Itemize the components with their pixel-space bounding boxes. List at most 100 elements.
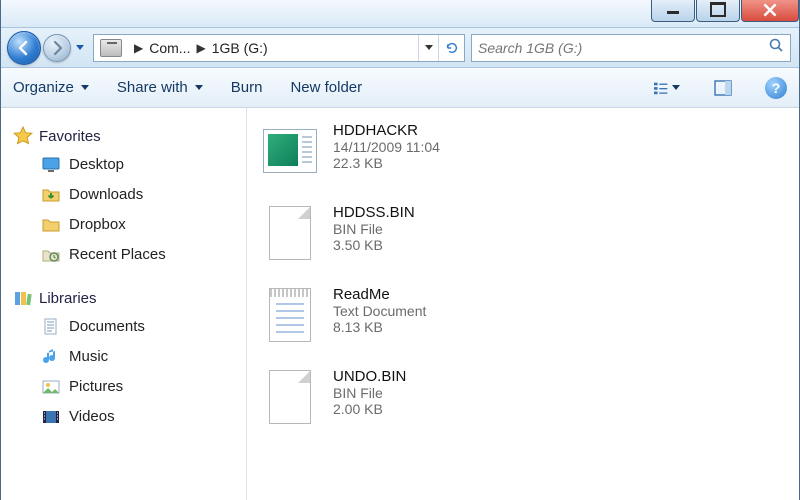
back-button[interactable] — [7, 31, 41, 65]
pictures-icon — [41, 377, 61, 397]
file-size: 3.50 KB — [333, 237, 415, 253]
nav-buttons — [7, 31, 87, 65]
new-folder-button[interactable]: New folder — [290, 79, 362, 96]
file-type: Text Document — [333, 303, 426, 319]
arrow-right-icon — [49, 40, 65, 56]
preview-pane-icon — [714, 80, 732, 96]
sidebar-item-dropbox[interactable]: Dropbox — [11, 210, 242, 240]
breadcrumb-segment[interactable]: Com... — [149, 40, 190, 56]
favorites-label: Favorites — [39, 128, 101, 145]
file-thumbnail — [261, 368, 319, 426]
sidebar-item-label: Recent Places — [69, 244, 166, 266]
file-name: HDDHACKR — [333, 122, 440, 139]
sidebar-item-label: Videos — [69, 406, 115, 428]
sidebar-item-label: Desktop — [69, 154, 124, 176]
close-icon — [763, 3, 777, 17]
explorer-body: Favorites Desktop Downloads Dropbox Rece… — [1, 108, 799, 500]
file-size: 22.3 KB — [333, 155, 440, 171]
sidebar-item-videos[interactable]: Videos — [11, 402, 242, 432]
libraries-header[interactable]: Libraries — [11, 284, 242, 312]
help-button[interactable]: ? — [765, 77, 787, 99]
sidebar-item-recent[interactable]: Recent Places — [11, 240, 242, 270]
app-file-icon — [263, 129, 317, 173]
preview-pane-button[interactable] — [709, 75, 737, 101]
favorites-header[interactable]: Favorites — [11, 122, 242, 150]
organize-menu[interactable]: Organize — [13, 79, 89, 96]
file-item[interactable]: HDDSS.BIN BIN File 3.50 KB — [257, 198, 789, 280]
file-date: 14/11/2009 11:04 — [333, 139, 440, 155]
forward-button[interactable] — [43, 34, 71, 62]
generic-file-icon — [269, 206, 311, 260]
sidebar-item-label: Documents — [69, 316, 145, 338]
file-size: 8.13 KB — [333, 319, 426, 335]
burn-label: Burn — [231, 79, 263, 96]
search-input[interactable] — [478, 40, 768, 56]
titlebar — [1, 0, 799, 28]
file-meta: UNDO.BIN BIN File 2.00 KB — [333, 368, 406, 417]
address-history-dropdown[interactable] — [418, 35, 438, 61]
file-meta: HDDSS.BIN BIN File 3.50 KB — [333, 204, 415, 253]
downloads-icon — [41, 185, 61, 205]
file-name: UNDO.BIN — [333, 368, 406, 385]
sidebar-item-music[interactable]: Music — [11, 342, 242, 372]
address-row: ▶ Com... ▶ 1GB (G:) — [1, 28, 799, 68]
share-menu[interactable]: Share with — [117, 79, 203, 96]
address-bar[interactable]: ▶ Com... ▶ 1GB (G:) — [93, 34, 465, 62]
arrow-left-icon — [16, 40, 32, 56]
window-controls — [650, 0, 799, 22]
recent-pages-dropdown[interactable] — [73, 45, 87, 50]
file-item[interactable]: ReadMe Text Document 8.13 KB — [257, 280, 789, 362]
share-label: Share with — [117, 79, 188, 96]
breadcrumb-segment[interactable]: 1GB (G:) — [212, 40, 268, 56]
sidebar-item-label: Dropbox — [69, 214, 126, 236]
file-meta: HDDHACKR 14/11/2009 11:04 22.3 KB — [333, 122, 440, 171]
file-thumbnail — [261, 122, 319, 180]
text-file-icon — [269, 288, 311, 342]
explorer-window: ▶ Com... ▶ 1GB (G:) Organize Share with … — [0, 0, 800, 500]
music-icon — [41, 347, 61, 367]
navigation-pane: Favorites Desktop Downloads Dropbox Rece… — [1, 108, 247, 500]
file-type: BIN File — [333, 385, 406, 401]
breadcrumb-separator-icon: ▶ — [128, 41, 149, 55]
file-item[interactable]: HDDHACKR 14/11/2009 11:04 22.3 KB — [257, 116, 789, 198]
desktop-icon — [41, 155, 61, 175]
star-icon — [13, 126, 33, 146]
sidebar-item-label: Pictures — [69, 376, 123, 398]
view-options-icon — [654, 81, 670, 95]
dropbox-icon — [41, 215, 61, 235]
file-name: ReadMe — [333, 286, 426, 303]
new-folder-label: New folder — [290, 79, 362, 96]
sidebar-item-desktop[interactable]: Desktop — [11, 150, 242, 180]
organize-label: Organize — [13, 79, 74, 96]
close-button[interactable] — [741, 0, 799, 22]
libraries-label: Libraries — [39, 290, 97, 307]
sidebar-item-label: Downloads — [69, 184, 143, 206]
sidebar-item-documents[interactable]: Documents — [11, 312, 242, 342]
libraries-group: Libraries Documents Music Pictures Video… — [11, 284, 242, 432]
command-toolbar: Organize Share with Burn New folder ? — [1, 68, 799, 108]
libraries-icon — [13, 288, 33, 308]
refresh-button[interactable] — [438, 35, 464, 61]
file-type: BIN File — [333, 221, 415, 237]
search-icon — [768, 37, 784, 58]
view-options-button[interactable] — [653, 75, 681, 101]
documents-icon — [41, 317, 61, 337]
file-size: 2.00 KB — [333, 401, 406, 417]
file-item[interactable]: UNDO.BIN BIN File 2.00 KB — [257, 362, 789, 444]
videos-icon — [41, 407, 61, 427]
burn-button[interactable]: Burn — [231, 79, 263, 96]
file-list: HDDHACKR 14/11/2009 11:04 22.3 KB HDDSS.… — [247, 108, 799, 500]
file-name: HDDSS.BIN — [333, 204, 415, 221]
sidebar-item-downloads[interactable]: Downloads — [11, 180, 242, 210]
search-box[interactable] — [471, 34, 791, 62]
breadcrumb-separator-icon: ▶ — [190, 41, 211, 55]
generic-file-icon — [269, 370, 311, 424]
sidebar-item-pictures[interactable]: Pictures — [11, 372, 242, 402]
sidebar-item-label: Music — [69, 346, 108, 368]
refresh-icon — [445, 41, 459, 55]
maximize-button[interactable] — [696, 0, 740, 22]
file-meta: ReadMe Text Document 8.13 KB — [333, 286, 426, 335]
recent-icon — [41, 245, 61, 265]
minimize-button[interactable] — [651, 0, 695, 22]
favorites-group: Favorites Desktop Downloads Dropbox Rece… — [11, 122, 242, 270]
